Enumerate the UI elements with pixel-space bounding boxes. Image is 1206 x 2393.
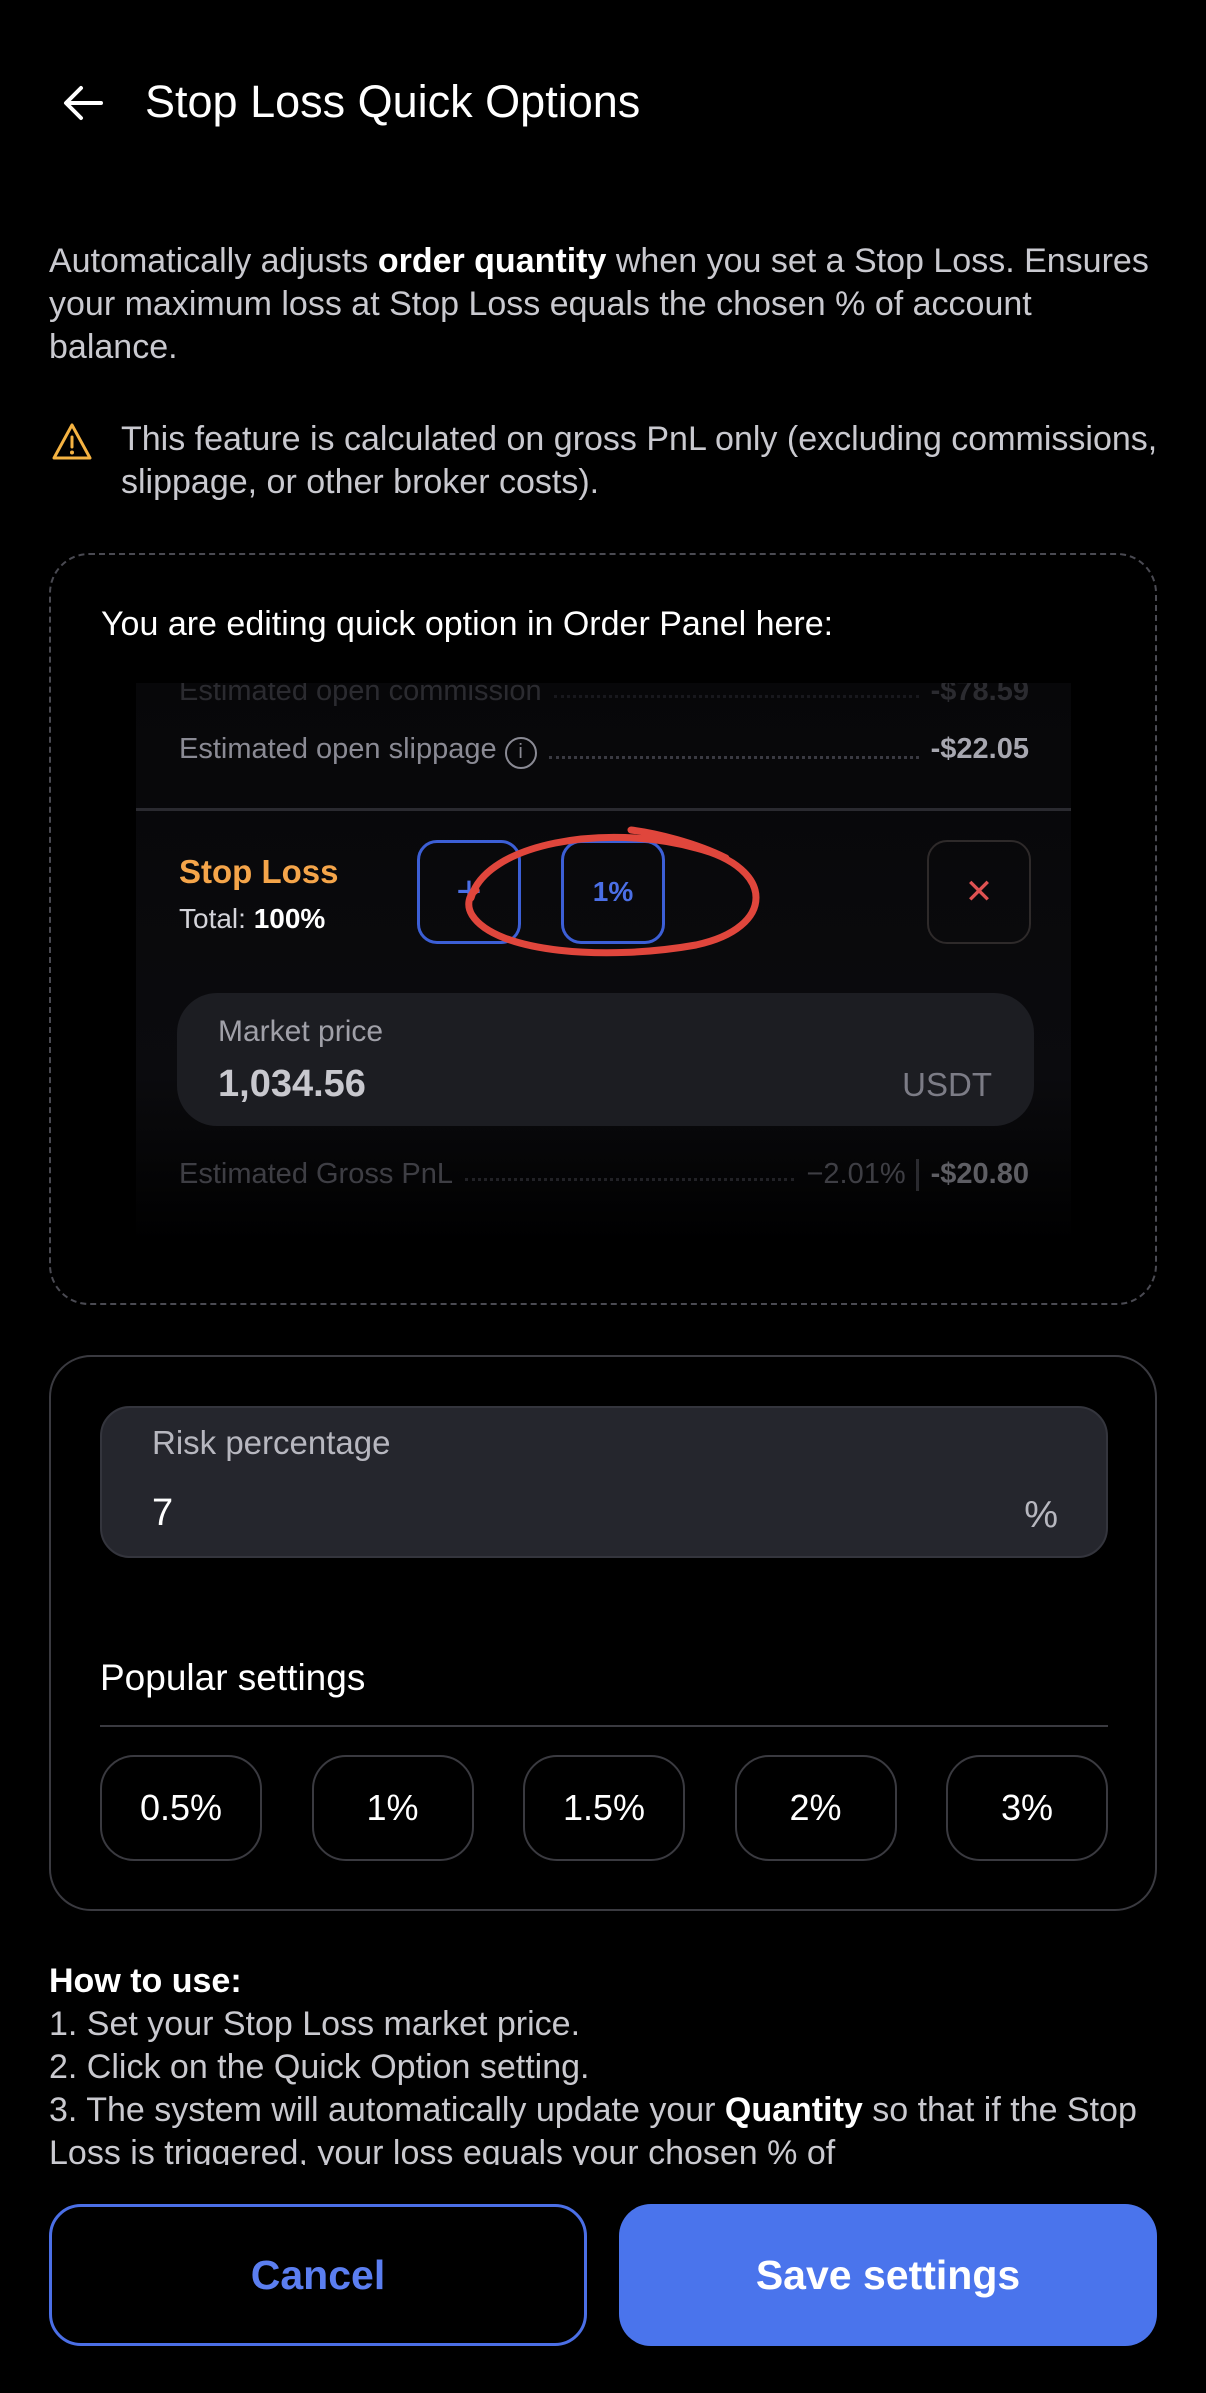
separator: [915, 1159, 919, 1192]
back-button[interactable]: [52, 72, 114, 134]
quick-option-1pct-button: 1%: [561, 840, 665, 944]
total-prefix: Total:: [179, 903, 254, 934]
gross-pnl-row: Estimated Gross PnL −2.01% -$20.80: [179, 1158, 1029, 1192]
preset-chip[interactable]: 2%: [734, 1755, 897, 1861]
preset-chip[interactable]: 0.5%: [100, 1755, 262, 1861]
step3-text-a: 3. The system will automatically update …: [49, 2091, 725, 2129]
page-title: Stop Loss Quick Options: [145, 76, 641, 127]
preset-chip[interactable]: 1%: [311, 1755, 474, 1861]
how-to-step-2: 2. Click on the Quick Option setting.: [49, 2048, 590, 2086]
stop-loss-total: Total: 100%: [179, 903, 325, 935]
dotted-leader: [465, 1158, 795, 1182]
market-price-value: 1,034.56: [218, 1063, 366, 1105]
preset-chip[interactable]: 3%: [946, 1755, 1108, 1861]
market-price-label: Market price: [218, 1015, 384, 1048]
how-to-step-1: 1. Set your Stop Loss market price.: [49, 2005, 581, 2043]
divider: [136, 808, 1071, 811]
dotted-leader: [548, 733, 919, 759]
add-quick-option-button: +: [417, 840, 521, 944]
step3-bold: Quantity: [724, 2091, 863, 2129]
market-price-field: Market price 1,034.56 USDT: [177, 993, 1034, 1126]
slippage-value: -$22.05: [930, 733, 1029, 765]
preset-chip[interactable]: 1.5%: [523, 1755, 685, 1861]
total-value: 100%: [253, 903, 326, 934]
popular-settings-title: Popular settings: [100, 1657, 366, 1698]
stop-loss-label: Stop Loss: [179, 853, 339, 890]
gross-pnl-label: Estimated Gross PnL: [179, 1158, 453, 1190]
how-to-heading: How to use:: [49, 1962, 242, 2000]
warning-text: This feature is calculated on gross PnL …: [121, 420, 1158, 501]
gross-pnl-value: -$20.80: [930, 1158, 1029, 1190]
intro-bold: order quantity: [377, 242, 607, 280]
warning-triangle-icon: [52, 423, 92, 460]
how-to-step-3: 3. The system will automatically update …: [49, 2089, 1169, 2165]
how-to-use: How to use: 1. Set your Stop Loss market…: [49, 1960, 1169, 2165]
arrow-left-icon: [64, 86, 103, 120]
risk-percentage-label: Risk percentage: [152, 1424, 391, 1461]
intro-description: Automatically adjusts order quantity whe…: [49, 240, 1169, 369]
cancel-button[interactable]: Cancel: [49, 2204, 587, 2346]
popular-settings-chips: 0.5% 1% 1.5% 2% 3%: [100, 1755, 1108, 1863]
commission-row: Estimated open commission -$78.59: [179, 683, 1029, 708]
dotted-leader: [553, 683, 919, 698]
commission-label: Estimated open commission: [179, 683, 542, 707]
risk-percentage-input[interactable]: Risk percentage 7 %: [100, 1406, 1108, 1558]
divider: [100, 1725, 1108, 1727]
preview-caption: You are editing quick option in Order Pa…: [101, 605, 834, 643]
slippage-label: Estimated open slippage: [179, 733, 497, 765]
slippage-row: Estimated open slippage i -$22.05: [179, 733, 1029, 769]
close-icon: ✕: [927, 840, 1031, 944]
order-panel-image: Estimated open commission -$78.59 Estima…: [136, 683, 1071, 1243]
info-icon: i: [504, 736, 537, 769]
settings-card: Risk percentage 7 % Popular settings 0.5…: [49, 1355, 1157, 1911]
percent-suffix: %: [1024, 1494, 1058, 1536]
market-price-unit: USDT: [902, 1066, 992, 1103]
save-settings-button[interactable]: Save settings: [619, 2204, 1157, 2346]
header: Stop Loss Quick Options: [0, 0, 1206, 205]
warning-notice: This feature is calculated on gross PnL …: [49, 418, 1169, 508]
intro-text-1: Automatically adjusts: [49, 242, 378, 280]
risk-percentage-value[interactable]: 7: [152, 1492, 173, 1535]
order-panel-preview: You are editing quick option in Order Pa…: [49, 553, 1157, 1305]
commission-value: -$78.59: [930, 683, 1029, 707]
gross-pnl-percent: −2.01%: [806, 1158, 906, 1190]
